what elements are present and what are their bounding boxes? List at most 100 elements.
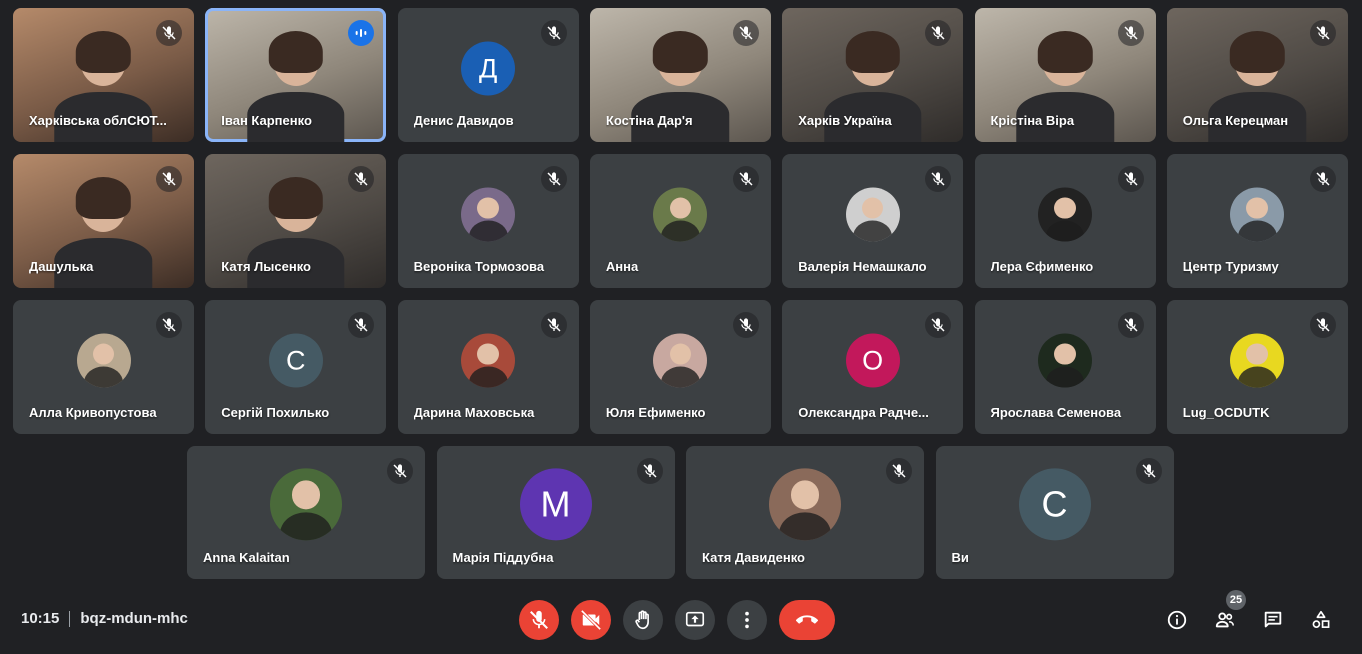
bottom-bar: 10:15 bqz-mdun-mhc 25 bbox=[0, 590, 1362, 654]
call-end-icon bbox=[796, 609, 818, 631]
participant-tile[interactable]: Костіна Дар'я bbox=[589, 8, 771, 142]
activities-button[interactable] bbox=[1305, 604, 1337, 636]
mic-off-icon bbox=[1135, 458, 1162, 484]
mic-toggle-button[interactable] bbox=[519, 600, 559, 640]
mic-off-icon bbox=[528, 609, 550, 631]
avatar-photo-head bbox=[92, 343, 115, 365]
participant-name: Ярослава Семенова bbox=[990, 405, 1122, 420]
participant-tile[interactable]: М Марія Піддубна bbox=[436, 446, 675, 579]
participant-tile[interactable]: Валерія Немашкало bbox=[782, 154, 964, 288]
participant-tile[interactable]: Юля Ефименко bbox=[589, 300, 771, 434]
people-icon bbox=[1214, 609, 1236, 631]
mic-off-icon bbox=[540, 312, 567, 338]
mic-off-icon bbox=[156, 20, 182, 46]
participant-tile[interactable]: Д Денис Давидов bbox=[397, 8, 579, 142]
avatar-initial: М bbox=[540, 482, 571, 524]
camera-toggle-button[interactable] bbox=[571, 600, 611, 640]
mic-off-icon bbox=[886, 458, 912, 484]
present-button[interactable] bbox=[675, 600, 715, 640]
participant-avatar bbox=[845, 187, 900, 242]
avatar-photo-body bbox=[1045, 366, 1085, 388]
participant-tile[interactable]: Анна bbox=[589, 154, 771, 288]
participant-tile[interactable]: Алла Кривопустова bbox=[13, 300, 194, 434]
camera-off-icon bbox=[580, 609, 602, 631]
participant-tile[interactable]: Центр Туризму bbox=[1166, 154, 1348, 288]
participant-name: Катя Лысенко bbox=[221, 259, 311, 274]
avatar-photo-body bbox=[853, 220, 893, 242]
avatar-photo-head bbox=[1246, 343, 1269, 365]
mic-off-icon bbox=[732, 312, 759, 338]
participant-avatar bbox=[1230, 187, 1285, 242]
mic-off-icon bbox=[925, 166, 952, 192]
avatar-photo-body bbox=[468, 366, 508, 388]
avatar-photo-head bbox=[291, 480, 321, 510]
raise-hand-button[interactable] bbox=[623, 600, 663, 640]
participant-name: Костіна Дар'я bbox=[605, 113, 693, 128]
video-hair bbox=[845, 31, 901, 74]
video-hair bbox=[268, 177, 324, 220]
meeting-details-button[interactable] bbox=[1161, 604, 1193, 636]
participant-tile[interactable]: Дарина Маховська bbox=[397, 300, 579, 434]
participant-tile[interactable]: Вероніка Тормозова bbox=[397, 154, 579, 288]
participant-name: Ольга Керецман bbox=[1182, 113, 1289, 128]
mic-off-icon bbox=[1117, 312, 1144, 338]
avatar-photo-head bbox=[1054, 343, 1076, 365]
mic-off-icon bbox=[1309, 312, 1336, 338]
avatar-photo-head bbox=[477, 197, 499, 219]
participant-avatar: М bbox=[519, 467, 592, 540]
activities-icon bbox=[1310, 609, 1332, 631]
participant-tile[interactable]: О Олександра Радче... bbox=[782, 300, 964, 434]
avatar-photo-body bbox=[1237, 220, 1277, 242]
mic-off-icon bbox=[1309, 20, 1336, 46]
present-icon bbox=[684, 609, 706, 631]
chat-icon bbox=[1262, 609, 1284, 631]
participant-tile[interactable]: Anna Kalaitan bbox=[187, 446, 425, 579]
participant-avatar bbox=[1230, 333, 1285, 388]
participant-avatar bbox=[653, 333, 708, 388]
participant-name: Іван Карпенко bbox=[221, 113, 312, 128]
participant-name: Харківська облСЮТ... bbox=[29, 113, 167, 128]
mic-off-icon bbox=[348, 312, 375, 338]
divider bbox=[69, 610, 71, 627]
participant-tile[interactable]: Крістіна Віра bbox=[974, 8, 1156, 142]
leave-call-button[interactable] bbox=[779, 600, 835, 640]
participant-avatar: Д bbox=[461, 41, 516, 96]
participant-tile[interactable]: Lug_OCDUTK bbox=[1166, 300, 1348, 434]
avatar-photo-head bbox=[477, 343, 499, 365]
participant-tile[interactable]: Ольга Керецман bbox=[1166, 8, 1348, 142]
participant-tile[interactable]: Іван Карпенко bbox=[205, 8, 387, 142]
participant-avatar bbox=[76, 333, 131, 388]
avatar-photo-body bbox=[660, 366, 700, 388]
participant-tile[interactable]: Харківська облСЮТ... bbox=[13, 8, 194, 142]
participant-grid: Харківська облСЮТ... Іван Карпенко Д Денис … bbox=[0, 0, 1362, 590]
participant-tile[interactable]: Дашулька bbox=[13, 154, 194, 288]
participant-tile[interactable]: Харків Україна bbox=[782, 8, 964, 142]
participant-tile[interactable]: С Сергій Похилько bbox=[205, 300, 387, 434]
participant-avatar bbox=[461, 333, 516, 388]
mic-off-icon bbox=[1117, 20, 1144, 46]
avatar-initial: Д bbox=[478, 53, 498, 84]
avatar-photo-head bbox=[790, 480, 820, 510]
speaking-indicator-icon bbox=[348, 20, 375, 46]
participant-name: Валерія Немашкало bbox=[798, 259, 927, 274]
participant-name: Anna Kalaitan bbox=[203, 550, 290, 565]
participant-tile[interactable]: Лера Єфименко bbox=[974, 154, 1156, 288]
participant-name: Катя Давиденко bbox=[702, 550, 805, 565]
participant-tile[interactable]: Ярослава Семенова bbox=[974, 300, 1156, 434]
meeting-info: 10:15 bqz-mdun-mhc bbox=[21, 610, 188, 627]
video-hair bbox=[76, 31, 131, 74]
participant-name: Lug_OCDUTK bbox=[1182, 405, 1270, 420]
participant-name: Крістіна Віра bbox=[990, 113, 1075, 128]
chat-button[interactable] bbox=[1257, 604, 1289, 636]
video-hair bbox=[268, 31, 324, 74]
more-options-button[interactable] bbox=[727, 600, 767, 640]
participants-count-badge: 25 bbox=[1226, 590, 1246, 610]
participant-tile[interactable]: Катя Давиденко bbox=[686, 446, 924, 579]
participant-tile[interactable]: С Ви bbox=[935, 446, 1174, 579]
participant-name: Сергій Похилько bbox=[221, 405, 330, 420]
avatar-photo-head bbox=[1246, 197, 1269, 219]
mic-off-icon bbox=[925, 312, 952, 338]
participant-avatar bbox=[769, 467, 841, 540]
participant-tile[interactable]: Катя Лысенко bbox=[205, 154, 387, 288]
participant-name: Вероніка Тормозова bbox=[413, 259, 545, 274]
